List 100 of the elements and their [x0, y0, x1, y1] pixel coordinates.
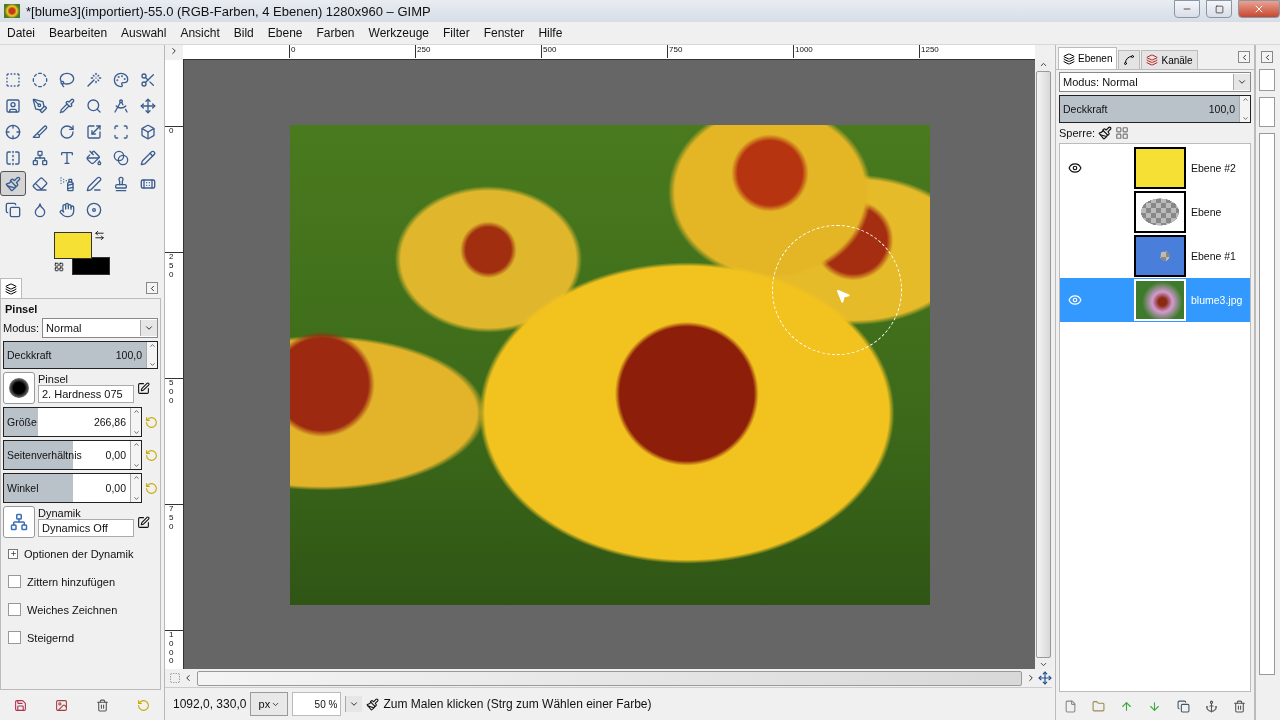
scissors-icon: [140, 71, 156, 88]
compass-icon: [113, 97, 129, 114]
opacity-slider[interactable]: Deckkraft 100,0: [3, 341, 158, 369]
foreground-color-swatch[interactable]: [54, 232, 92, 259]
expander-label[interactable]: Optionen der Dynamik: [24, 547, 134, 560]
edit-icon[interactable]: [137, 515, 150, 529]
arrow-down-icon[interactable]: [1148, 699, 1162, 713]
dock-tab[interactable]: [1118, 50, 1141, 69]
dock-field[interactable]: [1259, 97, 1275, 127]
eraser-icon: [32, 175, 48, 192]
layer-row[interactable]: Ebene: [1060, 190, 1250, 234]
canvas-area[interactable]: [184, 60, 1035, 669]
paintbrush-icon: [5, 175, 21, 192]
ruler-number: 0: [169, 127, 175, 136]
move-arrows-icon[interactable]: [1038, 671, 1052, 685]
layer-name: Ebene #2: [1191, 162, 1236, 174]
menu-item[interactable]: Hilfe: [531, 26, 570, 40]
zoom-field[interactable]: 50 %: [292, 692, 342, 716]
scroll-up-icon[interactable]: [1039, 60, 1048, 69]
folder-icon[interactable]: [1091, 699, 1105, 713]
menu-item[interactable]: Ebene: [260, 26, 310, 40]
scan-icon: [113, 123, 129, 140]
hand-icon: [59, 201, 75, 218]
brush-field[interactable]: 2. Hardness 075: [38, 385, 134, 403]
panel-menu-button[interactable]: [146, 282, 158, 294]
ruler-number: 500: [169, 379, 175, 406]
value-slider[interactable]: Seitenverhältnis 0,00: [3, 440, 142, 470]
arrow-up-icon[interactable]: [1120, 699, 1134, 713]
menu-item[interactable]: Fenster: [476, 26, 532, 40]
menu-item[interactable]: Filter: [436, 26, 477, 40]
panel-menu-button[interactable]: [1238, 51, 1250, 63]
checker-icon[interactable]: [1115, 126, 1130, 140]
trash-icon[interactable]: [96, 698, 109, 712]
menu-item[interactable]: Farben: [309, 26, 362, 40]
dynamics-preview[interactable]: [3, 506, 35, 538]
ruler-number: 500: [542, 45, 558, 54]
menu-item[interactable]: Bearbeiten: [42, 26, 115, 40]
anchor-icon[interactable]: [1205, 699, 1219, 713]
scroll-left-icon[interactable]: [183, 673, 193, 683]
slider-value: 100,0: [114, 349, 143, 361]
dock-tab[interactable]: Ebenen: [1058, 47, 1118, 69]
value-slider[interactable]: Größe 266,86: [3, 407, 142, 437]
slider-value: 266,86: [92, 416, 127, 428]
edit-icon[interactable]: [137, 381, 150, 395]
checkbox-label: Steigernd: [27, 631, 75, 644]
slider-label: Größe: [6, 416, 38, 428]
ruler-number: 1000: [169, 631, 175, 667]
tool-options-tab[interactable]: [0, 278, 22, 298]
mode-dropdown[interactable]: Normal: [42, 318, 158, 338]
scrollbar-thumb[interactable]: [1036, 71, 1051, 658]
dock-field[interactable]: [1259, 69, 1275, 91]
image-icon[interactable]: [55, 698, 68, 712]
menu-item[interactable]: Auswahl: [114, 26, 174, 40]
ruler-number: 250: [416, 45, 432, 54]
scroll-right-icon[interactable]: [1026, 673, 1036, 683]
checkbox[interactable]: [8, 575, 21, 588]
dashed-circle-icon: [32, 71, 48, 88]
menu-item[interactable]: Datei: [0, 26, 42, 40]
layer-thumbnail: [1134, 279, 1186, 321]
panel-menu-button[interactable]: [1261, 51, 1273, 63]
menu-item[interactable]: Bild: [226, 26, 261, 40]
node-network-icon: [10, 513, 28, 531]
copy-icon[interactable]: [1176, 699, 1190, 713]
layer-row[interactable]: Ebene #2: [1060, 146, 1250, 190]
path-icon: [1123, 54, 1136, 66]
copy-icon: [5, 201, 21, 218]
brush-preview[interactable]: [3, 372, 35, 404]
slider-label: Deckkraft: [6, 349, 53, 361]
eye-icon[interactable]: [1068, 161, 1082, 175]
paintbrush-icon: [366, 697, 380, 711]
dynamics-label: Dynamik: [38, 507, 81, 519]
file-icon[interactable]: [1063, 699, 1077, 713]
dock-tab[interactable]: Kanäle: [1141, 50, 1198, 69]
checkbox[interactable]: [8, 603, 21, 616]
tool-button[interactable]: [0, 171, 26, 196]
menu-item[interactable]: Ansicht: [173, 26, 227, 40]
unit-dropdown[interactable]: px: [250, 692, 289, 716]
brush-label: Pinsel: [38, 373, 68, 385]
close-button[interactable]: [1238, 0, 1280, 18]
background-color-swatch[interactable]: [72, 257, 110, 275]
layer-row[interactable]: Ebene #1: [1060, 234, 1250, 278]
scroll-down-icon[interactable]: [1039, 660, 1048, 669]
save-icon[interactable]: [14, 698, 27, 712]
scrollbar-thumb[interactable]: [197, 670, 1022, 686]
slider-value: 100,0: [1207, 103, 1236, 115]
layer-name: Ebene #1: [1191, 250, 1236, 262]
value-slider[interactable]: Winkel 0,00: [3, 473, 142, 503]
paintbrush-icon[interactable]: [1098, 126, 1113, 140]
maximize-button[interactable]: [1206, 0, 1232, 18]
menu-item[interactable]: Werkzeuge: [361, 26, 436, 40]
opacity-slider[interactable]: Deckkraft 100,0: [1059, 95, 1251, 123]
pen-icon: [86, 175, 102, 192]
dynamics-field[interactable]: Dynamics Off: [38, 519, 134, 537]
mode-dropdown[interactable]: Modus: Normal: [1059, 72, 1251, 92]
swap-arrows-icon[interactable]: [94, 230, 105, 241]
trash-icon[interactable]: [1233, 699, 1247, 713]
minimize-button[interactable]: [1174, 0, 1200, 18]
lock-label: Sperre:: [1059, 127, 1096, 139]
expand-icon[interactable]: [8, 548, 18, 559]
checkbox[interactable]: [8, 631, 21, 644]
